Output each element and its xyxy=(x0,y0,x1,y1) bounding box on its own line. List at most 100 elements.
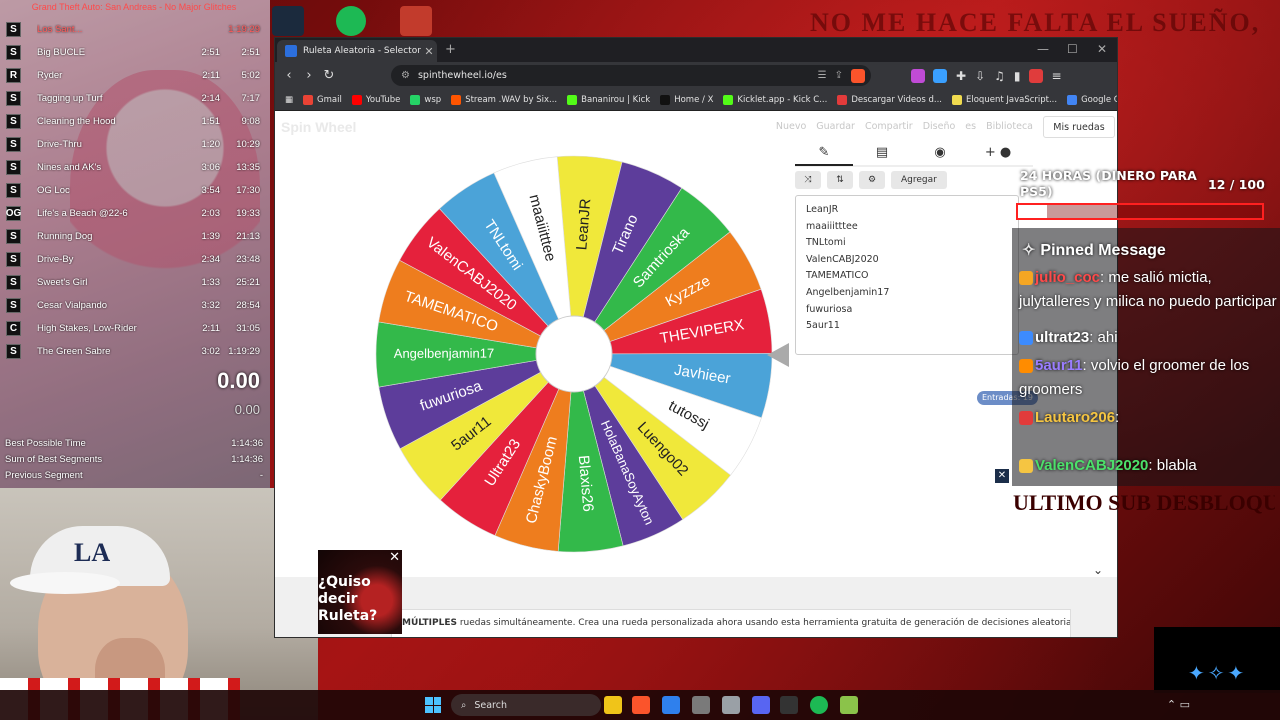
split-name: Life's a Beach @22-6 xyxy=(37,208,128,219)
extension-icon[interactable] xyxy=(933,68,947,83)
download-icon[interactable]: ⇩ xyxy=(975,69,985,83)
bookmark-label: wsp xyxy=(424,94,442,105)
split-name: Nines and AK's xyxy=(37,162,102,173)
extension-icon[interactable] xyxy=(911,68,925,83)
shuffle-button[interactable]: ⤨ xyxy=(795,171,821,189)
tab-add-color-icon[interactable]: + ● xyxy=(969,140,1027,166)
split-icon: S xyxy=(6,275,21,290)
discord-icon[interactable] xyxy=(752,696,770,714)
split-segment-time: 3:06 xyxy=(201,162,221,173)
bookmark-item[interactable]: Bananirou | Kick xyxy=(567,94,650,105)
url-text[interactable]: spinthewheel.io/es xyxy=(418,70,818,81)
add-image-button[interactable]: Agregar xyxy=(891,171,947,189)
reload-icon[interactable]: ↻ xyxy=(319,68,339,83)
obs-icon[interactable] xyxy=(780,696,798,714)
system-tray-icon[interactable]: ⌃ ▭ xyxy=(1167,698,1190,711)
goal-progress-fill xyxy=(1018,205,1048,218)
share-icon[interactable]: ⇪ xyxy=(835,70,843,81)
menu-nuevo[interactable]: Nuevo xyxy=(776,121,806,132)
start-icon[interactable] xyxy=(425,697,441,713)
extension-icon[interactable] xyxy=(1028,68,1043,83)
entry-line[interactable]: TNLtomi xyxy=(806,235,1008,252)
bookmark-favicon-icon xyxy=(660,94,671,105)
split-segment-time: 2:14 xyxy=(201,93,221,104)
entry-line[interactable]: LeanJR xyxy=(806,202,1008,219)
sort-button[interactable]: ⇅ xyxy=(827,171,853,189)
spotify-icon[interactable] xyxy=(810,696,828,714)
chat-username[interactable]: ultrat23 xyxy=(1035,329,1089,346)
bookmark-item[interactable]: YouTube xyxy=(351,94,400,105)
file-explorer-icon[interactable] xyxy=(604,696,622,714)
reader-icon[interactable]: ☰ xyxy=(818,70,827,81)
bookmark-item[interactable]: Eloquent JavaScript... xyxy=(952,94,1057,105)
mis-ruedas-button[interactable]: Mis ruedas xyxy=(1043,116,1115,138)
menu-language[interactable]: es xyxy=(965,121,976,132)
tab-ruleta[interactable]: Ruleta Aleatoria - Selector Perso... ✕ xyxy=(277,40,437,62)
apps-grid-icon[interactable]: ▦ xyxy=(285,95,293,105)
menu-icon[interactable]: ≡ xyxy=(1052,69,1062,83)
forward-icon[interactable]: › xyxy=(299,68,319,83)
rust-icon xyxy=(400,6,432,36)
user-badge-icon xyxy=(1019,411,1033,426)
tab-edit-icon[interactable]: ✎ xyxy=(795,140,853,166)
menu-guardar[interactable]: Guardar xyxy=(816,121,855,132)
bookmark-favicon-icon xyxy=(567,94,578,105)
close-icon[interactable]: ✕ xyxy=(995,469,1009,483)
tab-close-icon[interactable]: ✕ xyxy=(421,45,437,58)
vscode-icon[interactable] xyxy=(662,696,680,714)
bookmark-item[interactable]: Gmail xyxy=(303,94,342,105)
bookmark-item[interactable]: Stream .WAV by Six... xyxy=(451,94,557,105)
chat-username[interactable]: julio_coc xyxy=(1035,269,1100,286)
extensions-puzzle-icon[interactable]: ✚ xyxy=(956,69,966,83)
maximize-icon[interactable]: ☐ xyxy=(1067,42,1078,56)
ad-close-icon[interactable]: ✕ xyxy=(389,550,400,565)
new-tab-icon[interactable]: + xyxy=(445,42,456,57)
entries-textarea[interactable]: LeanJR maaiiitttee TNLtomi ValenCABJ2020 TAM… xyxy=(795,195,1019,355)
app-icon[interactable] xyxy=(692,696,710,714)
menu-diseno[interactable]: Diseño xyxy=(923,121,956,132)
chat-username[interactable]: 5aur11 xyxy=(1035,357,1083,374)
chat-username[interactable]: Lautaro206 xyxy=(1035,409,1115,426)
window-close-icon[interactable]: ✕ xyxy=(1097,42,1107,56)
menu-compartir[interactable]: Compartir xyxy=(865,121,913,132)
spin-wheel[interactable]: LeanJR Tirano Samtrioska Kyzzze THEVIPERX Jav… xyxy=(373,153,775,555)
sidebar-icon[interactable]: ▮ xyxy=(1014,69,1021,83)
bookmark-item[interactable]: Home / X xyxy=(660,94,713,105)
entry-line[interactable]: ValenCABJ2020 xyxy=(806,252,1008,269)
taskbar-search[interactable]: ⌕ Search xyxy=(451,694,601,716)
goal-label: 24 HORAS (DINERO PARA PS5) xyxy=(1020,168,1197,199)
site-info-icon[interactable]: ⚙ xyxy=(401,70,410,81)
dancer-icon: ✦✧✦ xyxy=(1188,661,1248,685)
menu-biblioteca[interactable]: Biblioteca xyxy=(986,121,1033,132)
settings-icon[interactable] xyxy=(722,696,740,714)
entry-line[interactable]: fuwuriosa xyxy=(806,302,1008,319)
bookmark-item[interactable]: Kicklet.app - Kick C... xyxy=(723,94,827,105)
tab-results-icon[interactable]: ▤ xyxy=(853,140,911,166)
bookmark-item[interactable]: wsp xyxy=(410,94,442,105)
split-total-time: 25:21 xyxy=(236,277,260,288)
bookmark-item[interactable]: Descargar Videos d... xyxy=(837,94,942,105)
wheel-center-button[interactable] xyxy=(535,315,613,393)
chevron-down-icon[interactable]: ⌄ xyxy=(1093,563,1103,577)
brave-icon[interactable] xyxy=(632,696,650,714)
site-logo[interactable]: Spin Wheel xyxy=(281,119,356,135)
split-row: OG Life's a Beach @22-6 2:03 19:33 xyxy=(0,202,268,225)
minimize-icon[interactable]: — xyxy=(1037,42,1049,56)
entry-line[interactable]: Angelbenjamin17 xyxy=(806,285,1008,302)
bookmark-item[interactable]: Google Gemini xyxy=(1067,94,1117,105)
split-icon: S xyxy=(6,344,21,359)
tab-hide-icon[interactable]: ◉ xyxy=(911,140,969,166)
entry-line[interactable]: 5aur11 xyxy=(806,318,1008,335)
back-icon[interactable]: ‹ xyxy=(279,68,299,83)
app-icon[interactable] xyxy=(840,696,858,714)
chat-username[interactable]: ValenCABJ2020 xyxy=(1035,457,1148,474)
brave-shields-icon[interactable] xyxy=(851,68,865,83)
address-bar[interactable]: ⚙ spinthewheel.io/es ☰ ⇪ xyxy=(391,65,871,86)
media-icon[interactable]: ♫ xyxy=(994,69,1005,83)
settings-button[interactable]: ⚙ xyxy=(859,171,885,189)
split-row: S OG Loc 3:54 17:30 xyxy=(0,179,268,202)
ruleta-ad[interactable]: ¿Quiso decir Ruleta? ✕ xyxy=(318,550,402,634)
entry-line[interactable]: TAMEMATICO xyxy=(806,268,1008,285)
entry-line[interactable]: maaiiitttee xyxy=(806,219,1008,236)
split-total-time: 2:51 xyxy=(241,47,261,58)
